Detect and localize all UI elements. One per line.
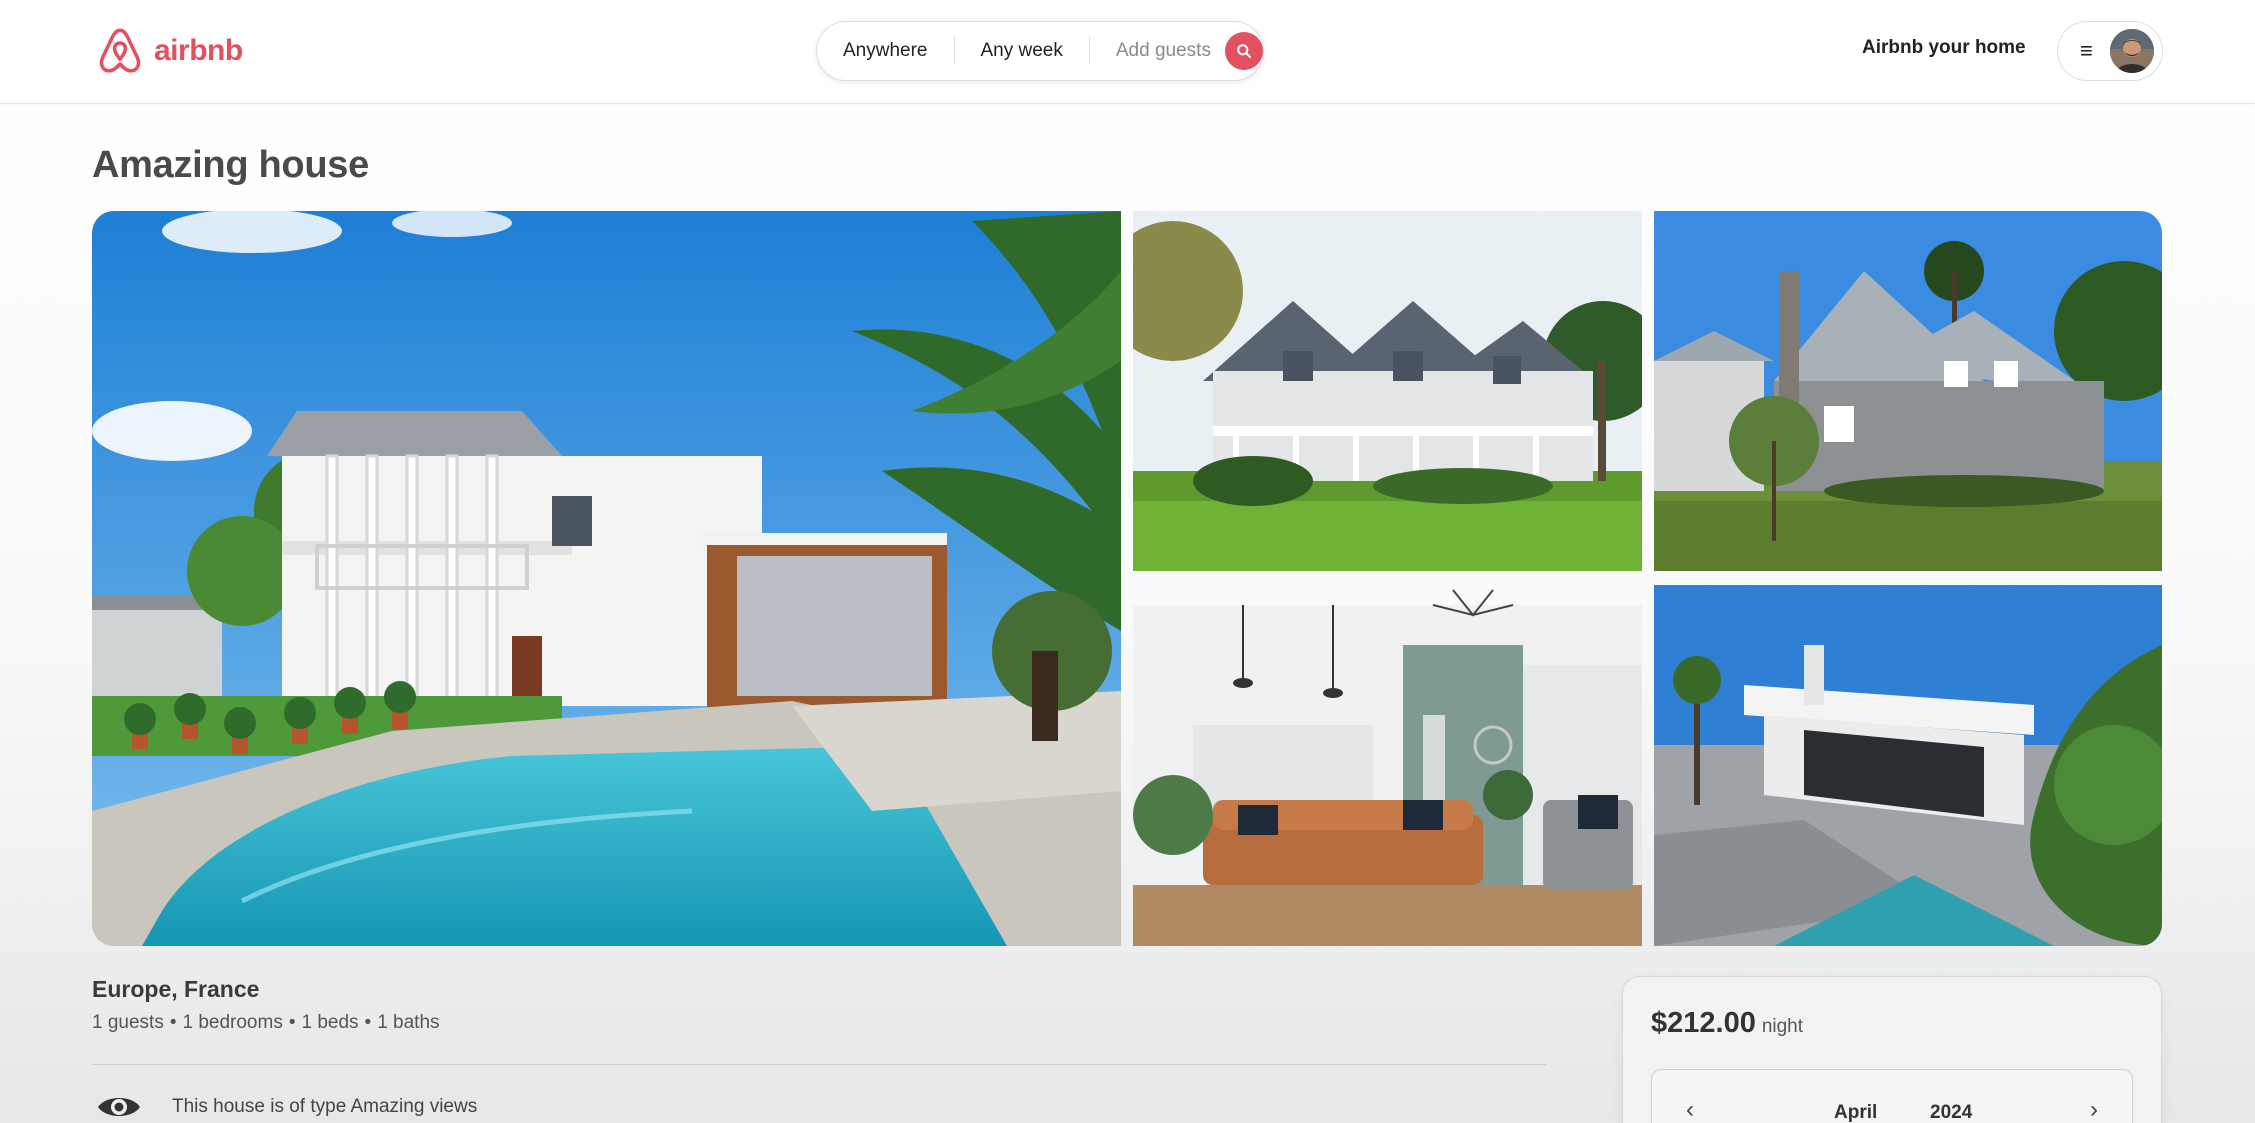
listing-location: Europe, France bbox=[92, 976, 260, 1002]
spec-separator: • bbox=[288, 1012, 296, 1033]
spec-beds: 1 beds bbox=[301, 1012, 359, 1033]
airbnb-logo[interactable]: airbnb bbox=[96, 26, 243, 76]
house-pool-image bbox=[92, 211, 1121, 946]
gallery-photo-5[interactable] bbox=[1654, 585, 2162, 946]
spec-separator: • bbox=[364, 1012, 372, 1033]
price: $212.00 night bbox=[1651, 1007, 1803, 1040]
spec-baths: 1 baths bbox=[377, 1012, 440, 1033]
chevron-left-icon[interactable]: ‹ bbox=[1686, 1098, 1694, 1122]
brand-name: airbnb bbox=[154, 34, 243, 67]
calendar-year[interactable]: 2024 bbox=[1930, 1102, 1972, 1123]
user-avatar-icon bbox=[2110, 29, 2154, 73]
search-guests-button[interactable]: Add guests bbox=[1090, 37, 1225, 65]
airbnb-belo-icon bbox=[99, 28, 141, 73]
chevron-right-icon[interactable]: › bbox=[2090, 1098, 2098, 1122]
date-calendar: ‹ April 2024 › bbox=[1651, 1069, 2133, 1123]
spec-separator: • bbox=[169, 1012, 177, 1033]
shingle-house-image bbox=[1133, 211, 1642, 571]
price-amount: $212.00 bbox=[1651, 1007, 1756, 1039]
gallery-photo-main[interactable] bbox=[92, 211, 1121, 946]
eye-icon bbox=[98, 1098, 140, 1116]
listing-title: Amazing house bbox=[92, 144, 369, 186]
price-unit: night bbox=[1761, 1016, 1804, 1037]
gallery-photo-3[interactable] bbox=[1654, 211, 2162, 571]
search-dates-button[interactable]: Any week bbox=[955, 37, 1089, 65]
calendar-month[interactable]: April bbox=[1834, 1102, 1877, 1123]
listing-specs: 1 guests • 1 bedrooms • 1 beds • 1 baths bbox=[92, 1012, 440, 1034]
search-button[interactable] bbox=[1224, 32, 1263, 70]
modern-villa-image bbox=[1654, 585, 2162, 946]
airbnb-your-home-link[interactable]: Airbnb your home bbox=[1862, 37, 2026, 59]
top-header: airbnb Anywhere Any week Add guests Airb… bbox=[0, 0, 2255, 104]
craftsman-house-image bbox=[1654, 211, 2162, 571]
search-bar[interactable]: Anywhere Any week Add guests bbox=[816, 21, 1264, 81]
living-room-image bbox=[1133, 585, 1642, 946]
spec-guests: 1 guests bbox=[92, 1012, 164, 1033]
gallery-photo-2[interactable] bbox=[1133, 211, 1642, 571]
user-menu-button[interactable]: ≡ bbox=[2057, 21, 2163, 81]
hamburger-icon: ≡ bbox=[2080, 38, 2093, 63]
spec-bedrooms: 1 bedrooms bbox=[182, 1012, 283, 1033]
avatar bbox=[2110, 29, 2154, 73]
details-divider bbox=[92, 1064, 1546, 1065]
booking-card: $212.00 night ‹ April 2024 › bbox=[1622, 976, 2162, 1123]
feature-text: This house is of type Amazing views bbox=[172, 1096, 478, 1117]
search-icon bbox=[1237, 44, 1251, 58]
photo-gallery bbox=[92, 211, 2162, 946]
gallery-photo-4[interactable] bbox=[1133, 585, 1642, 946]
listing-feature: This house is of type Amazing views bbox=[96, 1092, 477, 1122]
search-location-button[interactable]: Anywhere bbox=[817, 37, 954, 65]
